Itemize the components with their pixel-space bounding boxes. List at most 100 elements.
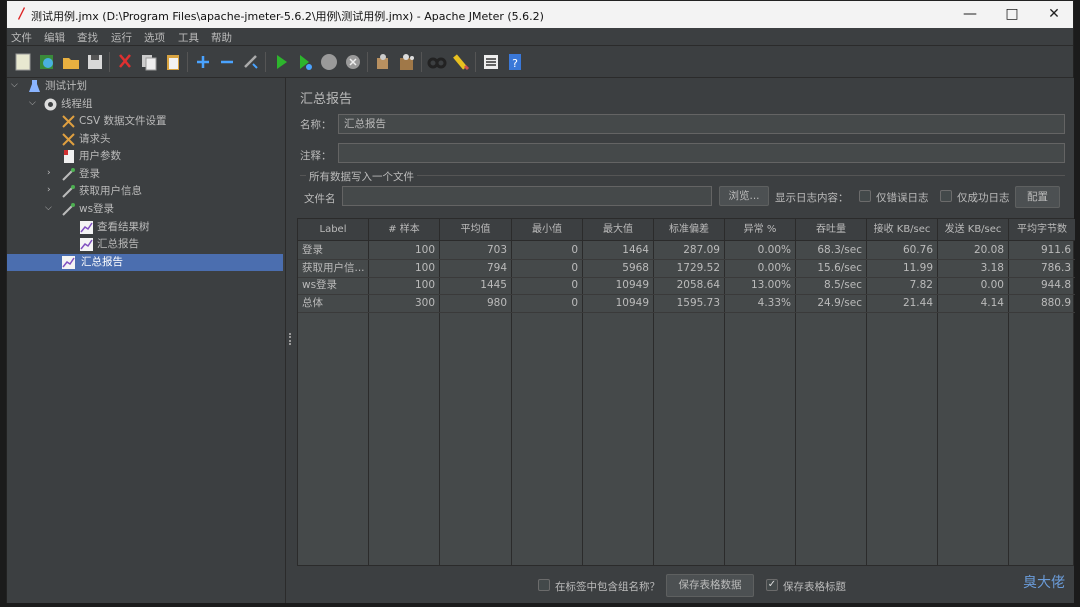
table-cell[interactable]: 8.5/sec [800, 277, 862, 294]
menu-help[interactable]: 帮助 [211, 30, 232, 45]
reset-search-icon[interactable] [451, 52, 471, 72]
table-cell[interactable]: 2058.64 [658, 277, 720, 294]
table-cell[interactable]: 300 [373, 295, 435, 312]
table-cell[interactable]: 786.3 [1013, 260, 1071, 277]
new-icon[interactable] [13, 52, 33, 72]
help-icon[interactable]: ? [505, 52, 525, 72]
table-cell[interactable]: 100 [373, 260, 435, 277]
menu-run[interactable]: 运行 [111, 30, 132, 45]
save-header-checkbox[interactable]: ✓ [766, 579, 778, 591]
table-cell[interactable]: 911.6 [1013, 242, 1071, 259]
stop-icon[interactable] [319, 52, 339, 72]
toggle-icon[interactable] [241, 52, 261, 72]
expand-toggle[interactable]: ⌵ [11, 80, 18, 90]
tree-node-user-params[interactable]: 用户参数 [61, 148, 261, 165]
table-cell[interactable]: 1445 [444, 277, 507, 294]
success-only-checkbox[interactable] [940, 190, 952, 202]
menu-options[interactable]: 选项 [144, 30, 165, 45]
table-cell[interactable]: 3.18 [942, 260, 1004, 277]
configure-button[interactable]: 配置 [1015, 186, 1060, 208]
table-cell[interactable]: 0 [516, 260, 578, 277]
tree-node-get-user-info[interactable]: 获取用户信息 [61, 183, 261, 200]
table-cell[interactable]: 7.82 [871, 277, 933, 294]
filename-field[interactable] [342, 186, 712, 206]
tree-node-header-manager[interactable]: 请求头 [61, 131, 261, 148]
table-cell[interactable]: 10949 [587, 277, 649, 294]
collapse-icon[interactable] [217, 52, 237, 72]
expand-toggle[interactable]: › [47, 185, 51, 195]
table-row-label[interactable]: 总体 [302, 295, 364, 312]
table-cell[interactable]: 5968 [587, 260, 649, 277]
search-icon[interactable] [427, 52, 447, 72]
col-header-error-pct[interactable]: 异常 % [725, 219, 795, 241]
table-cell[interactable]: 100 [373, 277, 435, 294]
templates-icon[interactable] [37, 52, 57, 72]
tree-node-summary-report-inner[interactable]: 汇总报告 [79, 236, 259, 253]
cut-icon[interactable] [115, 52, 135, 72]
table-cell[interactable]: 68.3/sec [800, 242, 862, 259]
col-header-throughput[interactable]: 吞吐量 [796, 219, 866, 241]
table-cell[interactable]: 20.08 [942, 242, 1004, 259]
col-header-label[interactable]: Label [298, 219, 368, 241]
col-header-average[interactable]: 平均值 [440, 219, 511, 241]
col-header-std-dev[interactable]: 标准偏差 [654, 219, 724, 241]
table-cell[interactable]: 287.09 [658, 242, 720, 259]
table-cell[interactable]: 60.76 [871, 242, 933, 259]
expand-toggle[interactable]: ⌵ [29, 98, 36, 108]
table-cell[interactable]: 4.33% [729, 295, 791, 312]
table-cell[interactable]: 703 [444, 242, 507, 259]
table-cell[interactable]: 4.14 [942, 295, 1004, 312]
function-helper-icon[interactable] [481, 52, 501, 72]
table-cell[interactable]: 11.99 [871, 260, 933, 277]
tree-node-login[interactable]: 登录 [61, 166, 261, 183]
paste-icon[interactable] [163, 52, 183, 72]
tree-node-thread-group[interactable]: 线程组 [43, 96, 263, 113]
table-cell[interactable]: 794 [444, 260, 507, 277]
tree-node-csv-config[interactable]: CSV 数据文件设置 [61, 113, 261, 130]
close-button[interactable]: ✕ [1032, 1, 1076, 28]
table-cell[interactable]: 10949 [587, 295, 649, 312]
table-cell[interactable]: 1464 [587, 242, 649, 259]
table-cell[interactable]: 1595.73 [658, 295, 720, 312]
col-header-received[interactable]: 接收 KB/sec [867, 219, 937, 241]
save-icon[interactable] [85, 52, 105, 72]
table-cell[interactable]: 0 [516, 277, 578, 294]
col-header-min[interactable]: 最小值 [512, 219, 582, 241]
table-cell[interactable]: 0 [516, 242, 578, 259]
col-header-samples[interactable]: # 样本 [369, 219, 439, 241]
table-cell[interactable]: 0 [516, 295, 578, 312]
menu-file[interactable]: 文件 [11, 30, 32, 45]
menu-search[interactable]: 查找 [77, 30, 98, 45]
errors-only-checkbox[interactable] [859, 190, 871, 202]
clear-icon[interactable] [373, 52, 393, 72]
shutdown-icon[interactable] [343, 52, 363, 72]
col-header-avg-bytes[interactable]: 平均字节数 [1009, 219, 1075, 241]
col-header-max[interactable]: 最大值 [583, 219, 653, 241]
table-cell[interactable]: 0.00% [729, 242, 791, 259]
expand-toggle[interactable]: ⌵ [45, 203, 52, 213]
tree-node-summary-report-selected[interactable]: 汇总报告 [7, 254, 283, 271]
table-cell[interactable]: 21.44 [871, 295, 933, 312]
start-icon[interactable] [271, 52, 291, 72]
maximize-button[interactable]: □ [990, 1, 1034, 28]
col-header-sent[interactable]: 发送 KB/sec [938, 219, 1008, 241]
table-cell[interactable]: 944.8 [1013, 277, 1071, 294]
table-cell[interactable]: 100 [373, 242, 435, 259]
table-row-label[interactable]: ws登录 [302, 277, 364, 294]
name-field[interactable]: 汇总报告 [338, 114, 1065, 134]
table-cell[interactable]: 880.9 [1013, 295, 1071, 312]
table-cell[interactable]: 13.00% [729, 277, 791, 294]
tree-node-view-results-tree[interactable]: 查看结果树 [79, 219, 259, 236]
table-cell[interactable]: 1729.52 [658, 260, 720, 277]
expand-toggle[interactable]: › [47, 168, 51, 178]
table-cell[interactable]: 980 [444, 295, 507, 312]
tree-node-ws-login[interactable]: ws登录 [61, 201, 261, 218]
expand-icon[interactable] [193, 52, 213, 72]
table-cell[interactable]: 15.6/sec [800, 260, 862, 277]
table-row-label[interactable]: 登录 [302, 242, 364, 259]
menu-edit[interactable]: 编辑 [44, 30, 65, 45]
tree-node-test-plan[interactable]: 测试计划 [27, 78, 267, 95]
comment-field[interactable] [338, 143, 1065, 163]
start-no-pause-icon[interactable] [295, 52, 315, 72]
clear-all-icon[interactable] [397, 52, 417, 72]
